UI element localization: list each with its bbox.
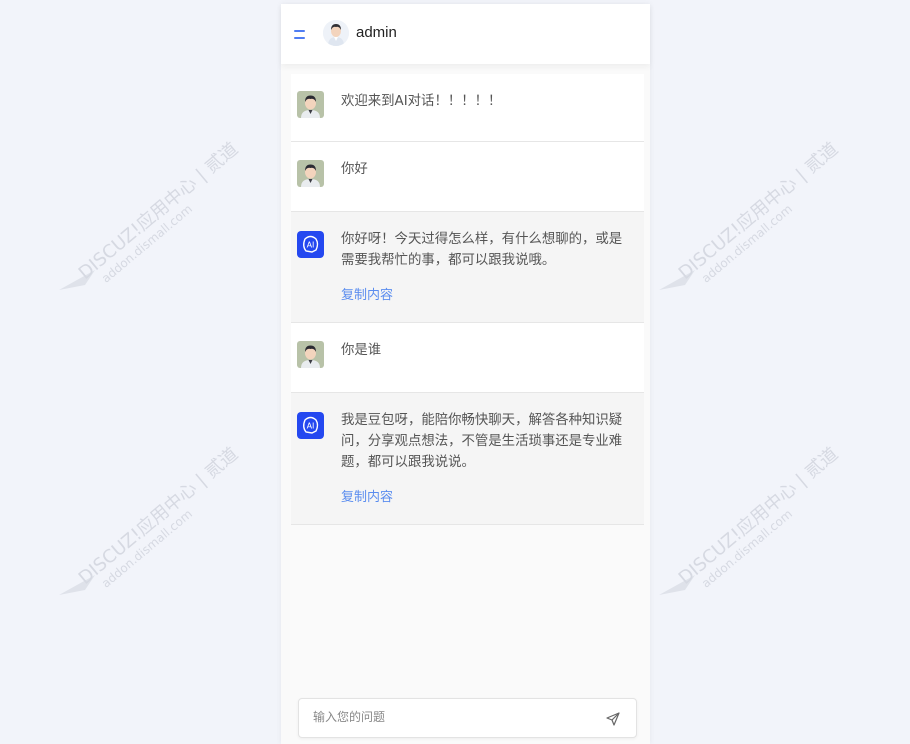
user-avatar [323,20,349,46]
ai-avatar: AI [297,231,324,258]
ai-avatar: AI [297,412,324,439]
message-text: 我是豆包呀，能陪你畅快聊天，解答各种知识疑问，分享观点想法，不管是生活琐事还是专… [341,413,623,470]
send-icon[interactable] [606,711,620,726]
chat-header: admin [281,4,650,64]
message-text: 你是谁 [341,343,382,358]
svg-text:DISCUZ!应用中心 | 贰道: DISCUZ!应用中心 | 贰道 [75,443,243,588]
svg-text:AI: AI [307,241,315,250]
svg-text:DISCUZ!应用中心 | 贰道: DISCUZ!应用中心 | 贰道 [675,138,843,283]
watermark: DISCUZ!应用中心 | 贰道 addon.dismall.com [655,110,875,300]
user-avatar [297,91,324,118]
watermark: DISCUZ!应用中心 | 贰道 addon.dismall.com [55,110,275,300]
question-input[interactable] [311,709,595,725]
list-item: 你好 [291,142,644,212]
copy-content-button[interactable]: 复制内容 [341,271,644,303]
message-text: 你好 [341,162,368,177]
svg-text:DISCUZ!应用中心 | 贰道: DISCUZ!应用中心 | 贰道 [75,138,243,283]
copy-content-button[interactable]: 复制内容 [341,473,644,505]
menu-icon[interactable] [294,25,308,41]
watermark: DISCUZ!应用中心 | 贰道 addon.dismall.com [55,415,275,605]
list-item: AI 你好呀！今天过得怎么样，有什么想聊的，或是需要我帮忙的事，都可以跟我说哦。… [291,212,644,323]
svg-text:AI: AI [307,422,315,431]
chat-input-box [298,698,637,738]
svg-text:addon.dismall.com: addon.dismall.com [99,202,195,286]
watermark: DISCUZ!应用中心 | 贰道 addon.dismall.com [655,415,875,605]
username: admin [356,24,397,41]
list-item: 欢迎来到AI对话！！！！！ [291,74,644,142]
user-avatar [297,160,324,187]
svg-text:addon.dismall.com: addon.dismall.com [699,202,795,286]
svg-text:addon.dismall.com: addon.dismall.com [99,507,195,591]
message-text: 欢迎来到AI对话！！！！！ [341,94,502,109]
chat-panel: admin 欢迎来到AI对话！！！！！ 你好 AI 你好呀！今天过得怎么样，有什… [281,4,650,744]
list-item: 你是谁 [291,323,644,393]
message-text: 你好呀！今天过得怎么样，有什么想聊的，或是需要我帮忙的事，都可以跟我说哦。 [341,232,623,268]
user-avatar [297,341,324,368]
svg-text:addon.dismall.com: addon.dismall.com [699,507,795,591]
message-list: 欢迎来到AI对话！！！！！ 你好 AI 你好呀！今天过得怎么样，有什么想聊的，或… [291,74,644,525]
list-item: AI 我是豆包呀，能陪你畅快聊天，解答各种知识疑问，分享观点想法，不管是生活琐事… [291,393,644,525]
svg-text:DISCUZ!应用中心 | 贰道: DISCUZ!应用中心 | 贰道 [675,443,843,588]
